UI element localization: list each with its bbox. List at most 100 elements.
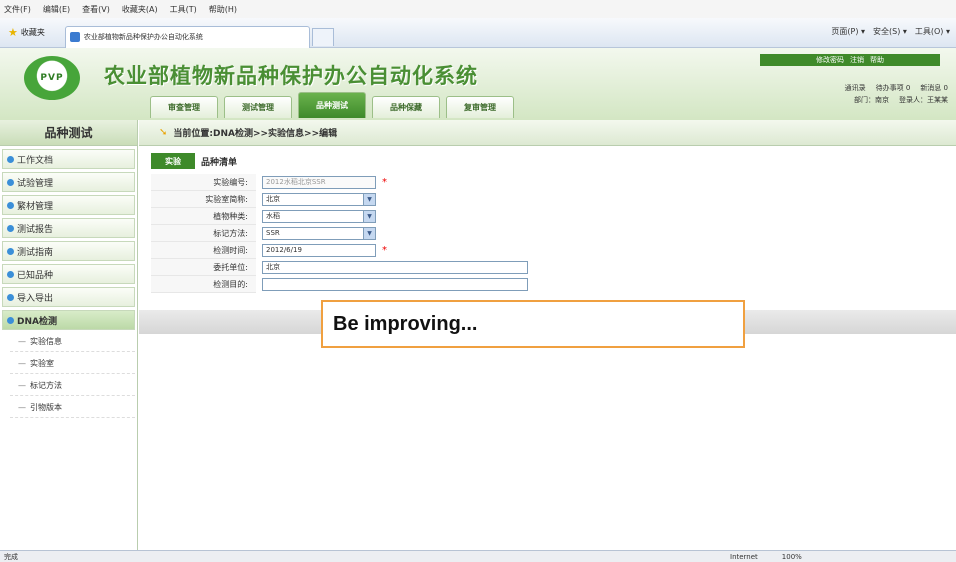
plant-species-select[interactable]: 水稻 ▼	[262, 209, 376, 223]
sub-tabs: 实验 品种清单	[151, 153, 237, 169]
contacts-link[interactable]: 通讯录	[845, 82, 866, 94]
safety-menu[interactable]: 安全(S) ▾	[873, 26, 907, 37]
sidebar-item-trial-management[interactable]: 试验管理	[2, 172, 135, 192]
todo-link[interactable]: 待办事项 0	[876, 82, 911, 94]
chevron-down-icon[interactable]: ▼	[363, 193, 375, 205]
sidebar-item-dna-test[interactable]: DNA检测	[2, 310, 135, 330]
sidebar-item-test-report[interactable]: 测试报告	[2, 218, 135, 238]
required-mark: *	[382, 176, 387, 188]
app-title: 农业部植物新品种保护办公自动化系统	[104, 63, 478, 88]
page-icon	[69, 32, 80, 42]
field-label: 植物种类:	[213, 211, 248, 221]
sidebar-item-test-guide[interactable]: 测试指南	[2, 241, 135, 261]
sidebar-item-known-varieties[interactable]: 已知品种	[2, 264, 135, 284]
main-content: ➘ 当前位置:DNA检测>>实验信息>>编辑 实验 品种清单 实验编号: 201…	[139, 120, 956, 550]
form-row: 检测时间: 2012/6/19 *	[151, 241, 941, 259]
favorites-button[interactable]: 收藏夹	[21, 27, 45, 38]
status-text: 完成	[4, 552, 18, 561]
field-label: 实验编号:	[213, 177, 248, 187]
test-purpose-field[interactable]	[262, 277, 528, 291]
form-row: 委托单位: 北京	[151, 258, 941, 276]
improving-notice: Be improving...	[321, 300, 745, 348]
sidebar-subitem-laboratory[interactable]: 实验室	[10, 354, 135, 374]
required-mark: *	[382, 244, 387, 256]
menu-view[interactable]: 查看(V)	[82, 4, 110, 15]
sidebar-item-label: 测试报告	[17, 224, 54, 235]
bullet-icon	[7, 293, 14, 301]
nav-tab-test-management[interactable]: 测试管理	[224, 96, 292, 118]
sidebar-subitem-primer-version[interactable]: 引物版本	[10, 398, 135, 418]
sidebar-item-label: 已知品种	[17, 270, 54, 281]
bullet-icon	[7, 316, 14, 324]
plant-species-value: 水稻	[266, 212, 280, 220]
menu-help[interactable]: 帮助(H)	[209, 4, 237, 15]
breadcrumb-text: 当前位置:DNA检测>>实验信息>>编辑	[173, 129, 338, 139]
user-info: 通讯录 待办事项 0 新消息 0 部门：南京 登录人：王某某	[845, 82, 948, 106]
messages-link[interactable]: 新消息 0	[920, 82, 948, 94]
sidebar-item-label: 导入导出	[17, 293, 54, 304]
menu-file[interactable]: 文件(F)	[4, 4, 31, 15]
chevron-down-icon[interactable]: ▼	[363, 227, 375, 239]
logout-link[interactable]: 注销	[850, 55, 864, 65]
tab-variety-list[interactable]: 品种清单	[201, 155, 237, 168]
form-row: 植物种类: 水稻 ▼	[151, 207, 941, 225]
new-tab-button[interactable]	[311, 27, 334, 46]
menu-edit[interactable]: 编辑(E)	[43, 4, 70, 15]
sidebar: 品种测试 工作文档 试验管理 繁材管理 测试报告 测试指南 已知品种 导入导出 …	[0, 120, 138, 550]
sidebar-item-material-management[interactable]: 繁材管理	[2, 195, 135, 215]
browser-tools: 页面(P) ▾ 安全(S) ▾ 工具(O) ▾	[831, 26, 950, 37]
help-bar: 修改密码 注销 帮助	[760, 54, 940, 66]
chevron-down-icon[interactable]: ▼	[363, 210, 375, 222]
browser-tab-title: 农业部植物新品种保护办公自动化系统	[83, 33, 203, 41]
sidebar-item-label: 工作文档	[17, 155, 54, 166]
bullet-icon	[7, 178, 14, 186]
nav-tab-review[interactable]: 审查管理	[150, 96, 218, 118]
department-label: 部门：南京	[854, 96, 889, 104]
logo-text: PVP	[40, 73, 64, 83]
field-label: 标记方法:	[213, 228, 248, 238]
sidebar-item-import-export[interactable]: 导入导出	[2, 287, 135, 307]
star-icon[interactable]: ★	[8, 26, 18, 39]
arrow-icon: ➘	[159, 127, 168, 138]
nav-tab-reexamination[interactable]: 复审管理	[446, 96, 514, 118]
page-menu[interactable]: 页面(P) ▾	[831, 26, 865, 37]
field-label: 实验室简称:	[205, 194, 248, 204]
tools-menu[interactable]: 工具(O) ▾	[915, 26, 950, 37]
form-row: 实验编号: 2012水稻北京SSR *	[151, 173, 941, 191]
browser-menubar: 文件(F) 编辑(E) 查看(V) 收藏夹(A) 工具(T) 帮助(H)	[0, 0, 956, 18]
nav-tab-preservation[interactable]: 品种保藏	[372, 96, 440, 118]
client-unit-field[interactable]: 北京	[262, 260, 528, 274]
form-row: 检测目的:	[151, 275, 941, 293]
internet-zone: Internet	[730, 552, 758, 561]
field-label: 委托单位:	[213, 262, 248, 272]
browser-tab[interactable]: 农业部植物新品种保护办公自动化系统	[64, 25, 310, 48]
pvp-logo: PVP	[24, 56, 80, 100]
zoom-level[interactable]: 100%	[782, 553, 802, 561]
form-row: 标记方法: SSR ▼	[151, 224, 941, 242]
sidebar-subitem-marker-method[interactable]: 标记方法	[10, 376, 135, 396]
bullet-icon	[7, 270, 14, 278]
test-date-field[interactable]: 2012/6/19	[262, 243, 376, 257]
breadcrumb: ➘ 当前位置:DNA检测>>实验信息>>编辑	[139, 120, 956, 146]
nav-tab-variety-test[interactable]: 品种测试	[298, 92, 366, 118]
sidebar-subitem-experiment-info[interactable]: 实验信息	[10, 332, 135, 352]
sidebar-title: 品种测试	[0, 120, 137, 146]
menu-favorites[interactable]: 收藏夹(A)	[122, 4, 158, 15]
form-row: 实验室简称: 北京 ▼	[151, 190, 941, 208]
app-header: PVP 农业部植物新品种保护办公自动化系统 修改密码 注销 帮助 通讯录 待办事…	[0, 48, 956, 120]
bullet-icon	[7, 155, 14, 163]
sidebar-item-work-docs[interactable]: 工作文档	[2, 149, 135, 169]
bullet-icon	[7, 224, 14, 232]
field-label: 检测目的:	[213, 279, 248, 289]
experiment-form: 实验编号: 2012水稻北京SSR * 实验室简称: 北京 ▼ 植物种类: 水稻 ▼…	[151, 173, 941, 293]
marker-method-value: SSR	[266, 229, 280, 237]
main-nav: 审查管理 测试管理 品种测试 品种保藏 复审管理	[150, 92, 514, 118]
help-link[interactable]: 帮助	[870, 55, 884, 65]
tab-experiment[interactable]: 实验	[151, 153, 195, 169]
marker-method-select[interactable]: SSR ▼	[262, 226, 376, 240]
lab-select-value: 北京	[266, 195, 280, 203]
menu-tools[interactable]: 工具(T)	[170, 4, 197, 15]
change-password-link[interactable]: 修改密码	[816, 55, 844, 65]
user-label: 登录人：王某某	[899, 96, 948, 104]
lab-select[interactable]: 北京 ▼	[262, 192, 376, 206]
